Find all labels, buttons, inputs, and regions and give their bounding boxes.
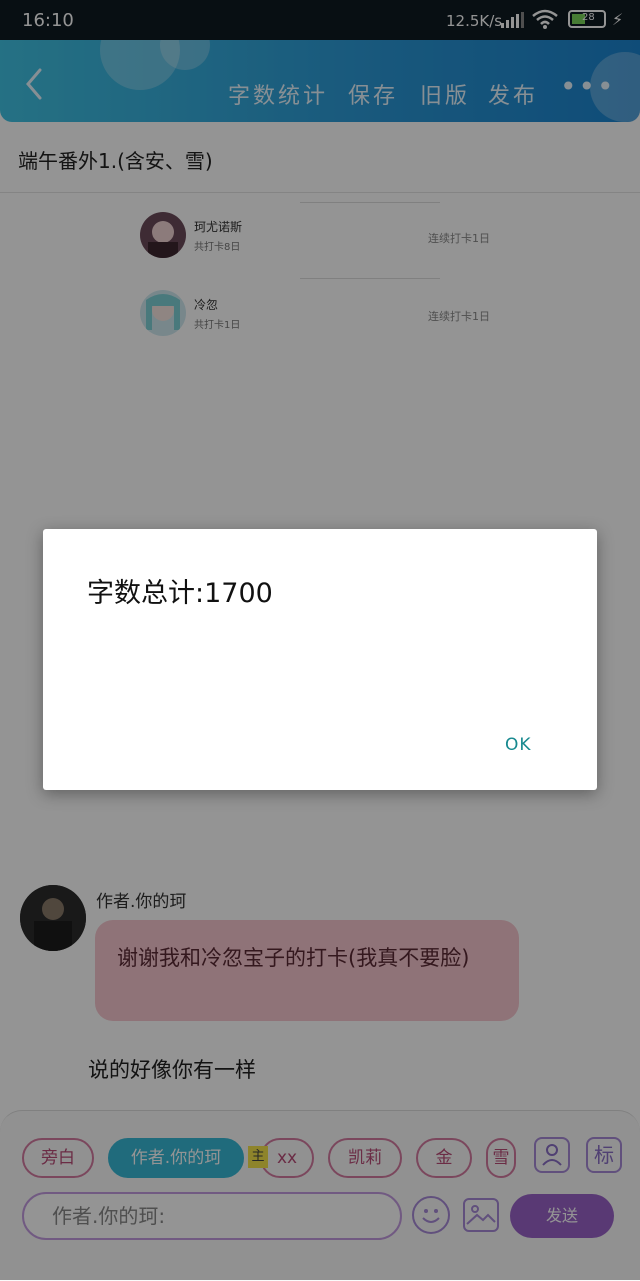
dialog-message: 字数总计:1700 — [87, 578, 273, 609]
word-count-dialog: 字数总计:1700 OK — [43, 529, 597, 790]
ok-button[interactable]: OK — [505, 735, 532, 755]
